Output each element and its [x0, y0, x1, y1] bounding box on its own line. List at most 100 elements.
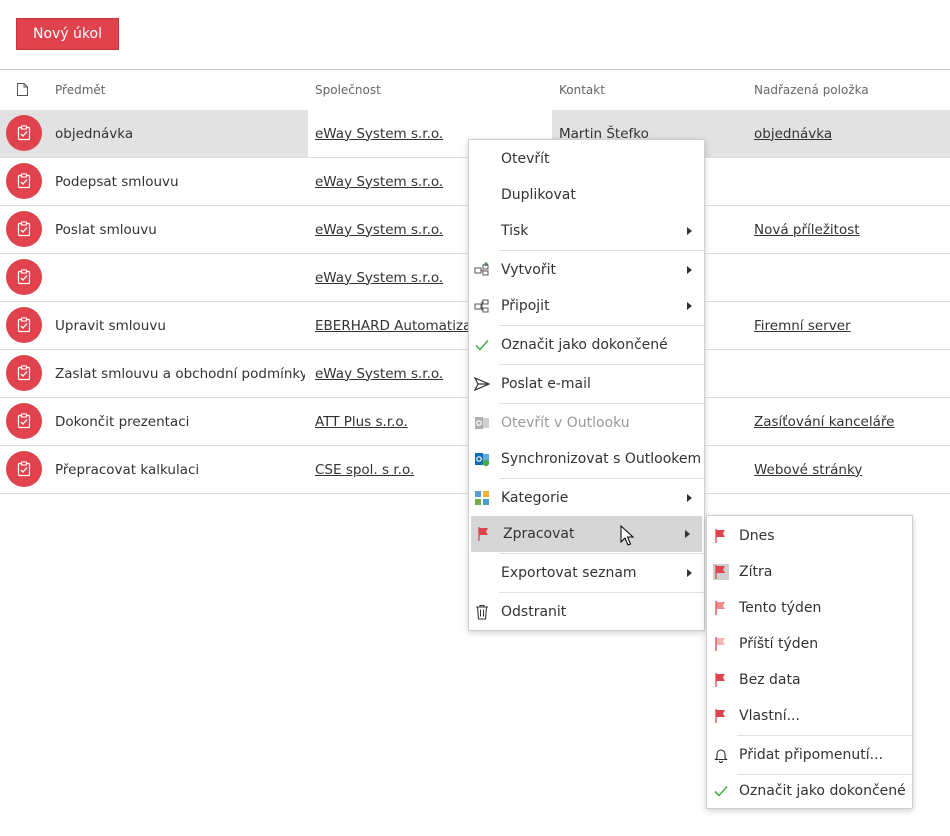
submenu-arrow-icon — [687, 266, 692, 274]
cell-subject: Zaslat smlouvu a obchodní podmínky — [55, 365, 305, 382]
menu-divider — [499, 364, 704, 365]
company-link[interactable]: EBERHARD Automatizace — [315, 302, 468, 349]
submenu-item-no-date[interactable]: Bez data — [707, 662, 912, 698]
flag-icon — [478, 527, 488, 541]
process-submenu: Dnes Zítra Tento týden Příští týden Bez … — [706, 515, 913, 809]
task-icon[interactable] — [6, 403, 42, 439]
submenu-arrow-icon — [687, 302, 692, 310]
menu-label: Poslat e-mail — [501, 376, 591, 392]
task-icon[interactable] — [6, 451, 42, 487]
mouse-cursor-icon — [620, 525, 635, 546]
menu-item-export-list[interactable]: Exportovat seznam — [469, 555, 704, 591]
menu-divider — [499, 592, 704, 593]
submenu-item-add-reminder[interactable]: Přidat připomenutí... — [707, 737, 912, 773]
company-link[interactable]: eWay System s.r.o. — [315, 158, 468, 205]
submenu-arrow-icon — [687, 494, 692, 502]
menu-label: Synchronizovat s Outlookem — [501, 451, 702, 467]
menu-label: Exportovat seznam — [501, 565, 637, 581]
outlook-icon — [475, 417, 489, 429]
company-link[interactable]: eWay System s.r.o. — [315, 254, 468, 301]
cell-subject: Upravit smlouvu — [55, 317, 166, 334]
menu-item-delete[interactable]: Odstranit — [469, 594, 704, 630]
checkmark-icon — [714, 785, 728, 797]
create-icon — [474, 262, 489, 276]
cell-subject: Poslat smlouvu — [55, 221, 157, 238]
cell-subject: Přepracovat kalkulaci — [55, 461, 200, 478]
flag-icon — [715, 709, 725, 723]
flag-icon — [713, 564, 729, 580]
task-icon[interactable] — [6, 259, 42, 295]
menu-label: Tisk — [501, 223, 529, 239]
submenu-arrow-icon — [687, 569, 692, 577]
company-link[interactable]: eWay System s.r.o. — [315, 110, 468, 157]
parent-item-link[interactable] — [754, 158, 944, 205]
cell-subject: objednávka — [55, 125, 134, 142]
menu-item-process[interactable]: Zpracovat — [471, 516, 702, 552]
company-link[interactable]: eWay System s.r.o. — [315, 350, 468, 397]
submenu-item-mark-complete[interactable]: Označit jako dokončené — [707, 773, 912, 809]
menu-item-sync-outlook[interactable]: Synchronizovat s Outlookem — [469, 441, 704, 477]
menu-item-open[interactable]: Otevřít — [469, 141, 704, 177]
cell-subject: Dokončit prezentaci — [55, 413, 190, 430]
menu-label: Odstranit — [501, 604, 567, 620]
submenu-item-next-week[interactable]: Příští týden — [707, 626, 912, 662]
outlook-sync-icon — [475, 453, 490, 467]
menu-item-categories[interactable]: Kategorie — [469, 480, 704, 516]
column-header-company[interactable]: Společnost — [315, 70, 381, 110]
submenu-item-today[interactable]: Dnes — [707, 518, 912, 554]
column-header-parent[interactable]: Nadřazená položka — [754, 70, 869, 110]
cell-subject: Podepsat smlouvu — [55, 173, 179, 190]
menu-divider — [499, 478, 704, 479]
menu-item-mark-complete[interactable]: Označit jako dokončené — [469, 327, 704, 363]
menu-item-create[interactable]: Vytvořit — [469, 252, 704, 288]
submenu-arrow-icon — [685, 530, 690, 538]
submenu-item-this-week[interactable]: Tento týden — [707, 590, 912, 626]
menu-item-send-email[interactable]: Poslat e-mail — [469, 366, 704, 402]
company-link[interactable]: ATT Plus s.r.o. — [315, 398, 468, 445]
menu-label: Vytvořit — [501, 262, 556, 278]
flag-icon — [715, 673, 725, 687]
context-menu: Otevřít Duplikovat Tisk Vytvořit Připoji… — [468, 139, 705, 631]
submenu-item-custom[interactable]: Vlastní... — [707, 698, 912, 734]
menu-item-attach[interactable]: Připojit — [469, 288, 704, 324]
menu-label: Tento týden — [739, 600, 822, 616]
task-icon[interactable] — [6, 211, 42, 247]
parent-item-link[interactable] — [754, 254, 944, 301]
parent-item-link[interactable]: Nová příležitost — [754, 206, 944, 253]
menu-label: Otevřít v Outlooku — [501, 415, 630, 431]
menu-divider — [499, 403, 704, 404]
menu-label: Duplikovat — [501, 187, 576, 203]
menu-label: Označit jako dokončené — [739, 783, 906, 799]
new-task-button[interactable]: Nový úkol — [16, 18, 119, 50]
task-icon[interactable] — [6, 307, 42, 343]
parent-item-link[interactable]: objednávka — [754, 110, 944, 157]
menu-label: Vlastní... — [739, 708, 800, 724]
menu-item-duplicate[interactable]: Duplikovat — [469, 177, 704, 213]
parent-item-link[interactable]: Firemní server — [754, 302, 944, 349]
parent-item-link[interactable]: Webové stránky — [754, 446, 944, 493]
company-link[interactable]: CSE spol. s r.o. — [315, 446, 468, 493]
column-header-subject[interactable]: Předmět — [55, 70, 105, 110]
trash-icon — [476, 604, 488, 620]
task-icon[interactable] — [6, 163, 42, 199]
menu-label: Přidat připomenutí... — [739, 747, 883, 763]
document-icon — [17, 83, 28, 96]
flag-icon — [715, 601, 725, 615]
menu-item-open-outlook: Otevřít v Outlooku — [469, 405, 704, 441]
attach-icon — [474, 299, 489, 313]
menu-divider — [499, 250, 704, 251]
task-icon[interactable] — [6, 115, 42, 151]
send-icon — [474, 376, 490, 392]
checkmark-icon — [475, 339, 489, 351]
parent-item-link[interactable]: Zasíťování kanceláře — [754, 398, 944, 445]
column-header-contact[interactable]: Kontakt — [559, 70, 605, 110]
parent-item-link[interactable] — [754, 350, 944, 397]
company-link[interactable]: eWay System s.r.o. — [315, 206, 468, 253]
menu-label: Připojit — [501, 298, 550, 314]
menu-item-print[interactable]: Tisk — [469, 213, 704, 249]
categories-icon — [475, 491, 489, 505]
bell-icon — [714, 749, 728, 763]
submenu-item-tomorrow[interactable]: Zítra — [707, 554, 912, 590]
task-icon[interactable] — [6, 355, 42, 391]
menu-label: Kategorie — [501, 490, 569, 506]
